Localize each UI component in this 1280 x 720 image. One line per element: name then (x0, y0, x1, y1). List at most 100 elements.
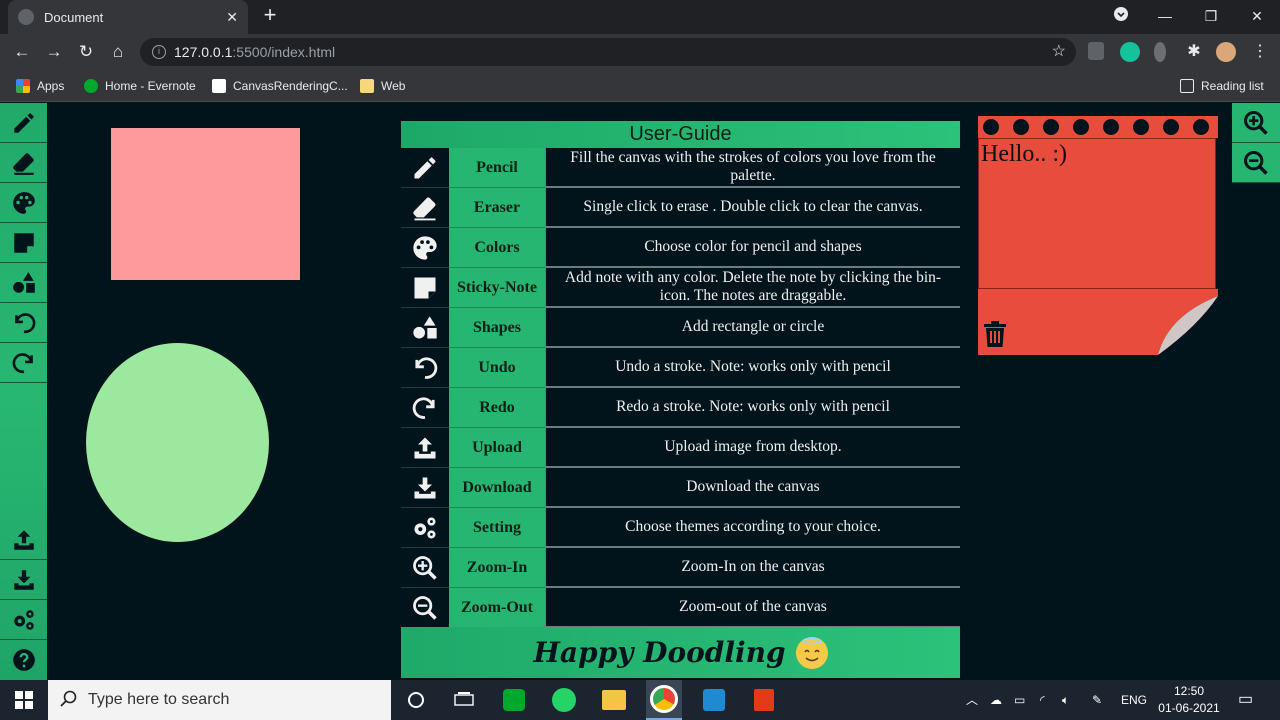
palette-tool-button[interactable] (0, 183, 47, 223)
grammarly-icon[interactable] (1120, 42, 1140, 62)
minimize-button[interactable]: — (1150, 4, 1180, 28)
redo-icon (12, 352, 33, 373)
undo-tool-button[interactable] (0, 303, 47, 343)
cortana-icon[interactable] (402, 686, 430, 714)
forward-button[interactable]: → (42, 40, 66, 64)
guide-row-colors: Colors Choose color for pencil and shapes (401, 228, 960, 268)
puzzle-extensions-icon[interactable]: ✱ (1184, 42, 1204, 62)
guide-tool-description: Choose themes according to your choice. (545, 508, 960, 548)
bookmark-canvas[interactable]: CanvasRenderingC... (212, 77, 348, 95)
browser-tab-strip: Document ✕ + — ❐ ✕ (0, 0, 1280, 34)
back-button[interactable]: ← (10, 40, 34, 64)
search-placeholder: Type here to search (88, 691, 230, 708)
undo-icon (401, 348, 449, 388)
menu-icon[interactable]: ⋮ (1250, 42, 1270, 62)
pencil-tool-button[interactable] (0, 103, 47, 143)
whatsapp-icon[interactable] (550, 686, 578, 714)
clock[interactable]: 12:50 01-06-2021 (1150, 683, 1228, 717)
bookmark-web-folder[interactable]: Web (360, 77, 405, 95)
notifications-icon[interactable]: ▭ (1238, 680, 1253, 720)
reload-button[interactable]: ↻ (74, 40, 98, 64)
eraser-tool-button[interactable] (0, 143, 47, 183)
chrome-icon[interactable] (646, 680, 682, 720)
close-window-button[interactable]: ✕ (1242, 4, 1272, 28)
zoom-out-icon (401, 588, 449, 628)
evernote-icon (84, 79, 98, 93)
apps-grid-icon (16, 79, 30, 93)
guide-row-zoom-in: Zoom-In Zoom-In on the canvas (401, 548, 960, 588)
tray-chevron-icon[interactable]: ︿ (966, 680, 978, 720)
language-indicator[interactable]: ENG (1121, 680, 1147, 720)
redo-tool-button[interactable] (0, 343, 47, 383)
bookmark-star-icon[interactable]: ☆ (1052, 38, 1066, 66)
onedrive-icon[interactable]: ☁ (990, 680, 1002, 720)
download-tool-button[interactable] (0, 560, 47, 600)
zoom-in-icon (1243, 110, 1268, 135)
new-tab-button[interactable]: + (258, 4, 282, 28)
sticky-note-header[interactable] (978, 116, 1218, 138)
task-view-icon[interactable] (450, 686, 478, 714)
pencil-icon (13, 112, 34, 133)
sticky-note-tool-button[interactable] (0, 223, 47, 263)
battery-icon[interactable]: ▭ (1014, 680, 1025, 720)
bookmark-label: Web (381, 79, 406, 93)
folder-icon (360, 79, 374, 93)
guide-row-download: Download Download the canvas (401, 468, 960, 508)
canvas-page[interactable]: User-Guide Pencil Fill the canvas with th… (0, 103, 1280, 680)
user-guide-panel: User-Guide Pencil Fill the canvas with th… (401, 121, 960, 678)
avatar[interactable] (1216, 42, 1236, 62)
profile-dropdown-icon[interactable] (1106, 4, 1136, 28)
download-icon (401, 468, 449, 508)
bookmarks-bar: Apps Home - Evernote CanvasRenderingC...… (0, 70, 1280, 102)
sticky-note-icon (401, 268, 449, 308)
bookmark-apps[interactable]: Apps (16, 77, 64, 95)
zoom-in-button[interactable] (1232, 103, 1280, 143)
help-icon (12, 649, 35, 671)
guide-tool-name: Redo (449, 388, 545, 428)
upload-tool-button[interactable] (0, 520, 47, 560)
guide-tool-description: Add note with any color. Delete the note… (545, 268, 960, 308)
bookmark-evernote[interactable]: Home - Evernote (84, 77, 196, 95)
wifi-icon[interactable]: ◜ (1040, 680, 1045, 720)
guide-row-redo: Redo Redo a stroke. Note: works only with… (401, 388, 960, 428)
guide-tool-description: Choose color for pencil and shapes (545, 228, 960, 268)
clock-time: 12:50 (1173, 684, 1205, 698)
office-icon[interactable] (750, 686, 778, 714)
reading-list-button[interactable]: Reading list (1180, 77, 1264, 95)
guide-row-undo: Undo Undo a stroke. Note: works only with… (401, 348, 960, 388)
guide-tool-name: Colors (449, 228, 545, 268)
trash-icon[interactable] (984, 321, 1006, 347)
home-button[interactable]: ⌂ (106, 40, 130, 64)
extension-icon[interactable] (1154, 42, 1166, 62)
start-button[interactable] (0, 680, 48, 720)
guide-tool-description: Fill the canvas with the strokes of colo… (545, 148, 960, 188)
help-button[interactable] (0, 640, 47, 680)
taskbar-search-input[interactable]: Type here to search (48, 680, 391, 720)
site-info-icon[interactable]: i (152, 45, 166, 59)
address-bar[interactable]: i 127.0.0.1:5500/index.html ☆ (140, 38, 1076, 66)
reader-extension-icon[interactable] (1088, 42, 1104, 60)
settings-tool-button[interactable] (0, 600, 47, 640)
sticky-note-textarea[interactable]: Hello.. :) (978, 138, 1216, 289)
drawn-rectangle[interactable] (111, 128, 300, 280)
drawn-circle[interactable] (86, 343, 269, 542)
evernote-app-icon[interactable] (500, 686, 528, 714)
gears-icon (401, 508, 449, 548)
guide-tool-description: Undo a stroke. Note: works only with pen… (545, 348, 960, 388)
smiley-angel-icon (795, 636, 828, 669)
browser-tab[interactable]: Document ✕ (8, 0, 248, 34)
zoom-controls (1232, 103, 1280, 183)
shapes-tool-button[interactable] (0, 263, 47, 303)
guide-tool-name: Undo (449, 348, 545, 388)
gears-icon (13, 609, 34, 630)
zoom-out-button[interactable] (1232, 143, 1280, 183)
sticky-note[interactable]: Hello.. :) (978, 116, 1218, 355)
pen-icon[interactable]: ✎ (1092, 680, 1102, 720)
close-tab-icon[interactable]: ✕ (226, 9, 238, 26)
guide-footer: Happy Doodling (401, 627, 960, 678)
undo-icon (14, 312, 35, 333)
file-explorer-icon[interactable] (600, 686, 628, 714)
vscode-icon[interactable] (700, 686, 728, 714)
restore-button[interactable]: ❐ (1196, 4, 1226, 28)
volume-icon[interactable]: 🔈︎ (1062, 680, 1069, 720)
